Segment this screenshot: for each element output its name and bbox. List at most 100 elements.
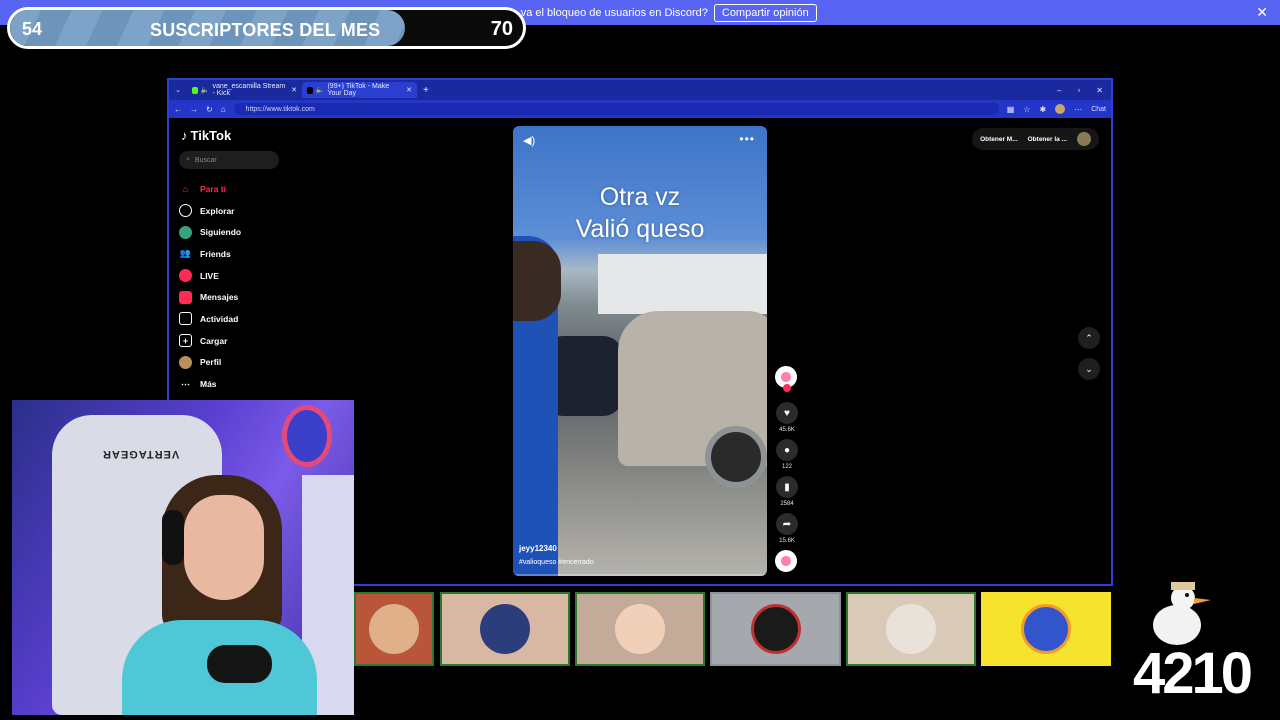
sidebar-item-explorar[interactable]: Explorar (179, 200, 241, 222)
streamer-webcam: VERTAGEAR (12, 400, 354, 715)
get-coins-button[interactable]: Obtener M... (980, 136, 1018, 143)
search-input[interactable]: ⌕ Buscar (179, 151, 279, 169)
profile-icon (179, 355, 192, 369)
tab-title: (99+) TikTok - Make Your Day (327, 83, 390, 97)
url-text: https://www.tiktok.com (245, 105, 315, 113)
heart-icon: ♥ (776, 402, 798, 424)
search-icon: ⌕ (186, 156, 190, 163)
microphone (207, 645, 272, 683)
puzzle-icon[interactable]: ✱ (1040, 105, 1047, 114)
copilot-chat-button[interactable]: Chat (1091, 106, 1106, 113)
next-video-button[interactable]: ⌄ (1078, 358, 1100, 380)
save-count: 2584 (780, 501, 794, 507)
nav-label: Explorar (200, 205, 235, 216)
like-button[interactable]: ♥ 45.6K (775, 402, 799, 435)
tiktok-logo[interactable]: ♪ TikTok (181, 128, 231, 143)
more-options-icon[interactable]: ••• (739, 132, 755, 146)
sound-avatar[interactable] (775, 550, 797, 572)
nav-label: Siguiendo (200, 227, 242, 238)
creator-avatar[interactable] (775, 366, 797, 392)
menu-dots-icon[interactable]: ⋯ (1074, 105, 1082, 114)
home-icon[interactable]: ⌂ (221, 105, 226, 114)
follow-plus-icon[interactable] (783, 384, 791, 392)
tab-kick[interactable]: 🔈 vane_escamilla Stream - Kick ✕ (187, 82, 302, 98)
supporter-tile (354, 592, 434, 666)
supporter-avatar (886, 604, 936, 654)
forward-icon[interactable]: → (190, 105, 198, 114)
more-icon: ⋯ (181, 378, 190, 389)
minimize-button[interactable]: – (1057, 86, 1061, 95)
nav-label: Más (200, 379, 217, 390)
url-field[interactable]: https://www.tiktok.com (233, 103, 999, 115)
get-app-button[interactable]: Obtener la ... (1028, 136, 1067, 143)
nav-label: Cargar (200, 335, 228, 346)
extensions-icon[interactable]: ▦ (1007, 105, 1015, 114)
profile-avatar[interactable] (1055, 104, 1066, 114)
reload-icon[interactable]: ↻ (206, 105, 213, 114)
back-icon[interactable]: ← (174, 105, 182, 114)
close-icon[interactable]: ✕ (291, 86, 297, 94)
sidebar-item-perfil[interactable]: Perfil (179, 352, 241, 374)
tab-bar: ⌄ 🔈 vane_escamilla Stream - Kick ✕ 🔈 (99… (169, 80, 1111, 100)
previous-video-button[interactable]: ⌃ (1078, 327, 1100, 349)
chevron-down-icon: ⌄ (1085, 363, 1093, 374)
chevron-down-icon[interactable]: ⌄ (169, 86, 187, 94)
sidebar-item-actividad[interactable]: Actividad (179, 308, 241, 330)
sidebar-item-siguiendo[interactable]: Siguiendo (179, 221, 241, 243)
tab-tiktok[interactable]: 🔈 (99+) TikTok - Make Your Day ✕ (302, 82, 417, 98)
supporter-tile (575, 592, 705, 666)
nav-label: Mensajes (200, 292, 239, 303)
nav-label: Actividad (200, 313, 239, 324)
headset (162, 510, 184, 565)
sidebar-item-friends[interactable]: 👥 Friends (179, 243, 241, 265)
window-controls: – ▫ ✕ (1057, 86, 1111, 95)
goal-current: 54 (22, 19, 43, 39)
sidebar-nav: ⌂ Para ti Explorar Siguiendo 👥 Friends LIV… (179, 178, 241, 395)
nav-label: LIVE (200, 270, 219, 281)
overlay-counter: 4210 (1133, 641, 1253, 706)
favorite-star-icon[interactable]: ☆ (1023, 105, 1030, 114)
goal-title: SUSCRIPTORES DEL MES (150, 20, 381, 40)
like-count: 45.6K (779, 427, 795, 433)
new-tab-button[interactable]: + (423, 85, 429, 96)
goal-target: 70 (490, 18, 513, 40)
speaker-icon: 🔈 (315, 87, 325, 94)
video-hashtags[interactable]: #valioqueso #encerrado (519, 559, 594, 566)
wall-mask-decoration (282, 405, 332, 467)
nav-label: Perfil (200, 357, 222, 368)
chair-logo: VERTAGEAR (102, 448, 180, 460)
bookmark-icon: ▮ (776, 476, 798, 498)
share-count: 15.6K (779, 538, 795, 544)
video-player[interactable]: Otra vz Valió queso ◀) ••• jeyy12340 #va… (513, 126, 767, 576)
sidebar-item-mensajes[interactable]: Mensajes (179, 286, 241, 308)
share-icon: ➦ (776, 513, 798, 535)
comment-icon: ● (776, 439, 798, 461)
supporter-tile (846, 592, 976, 666)
close-icon[interactable]: ✕ (1256, 4, 1268, 21)
supporter-tile (710, 592, 841, 666)
sidebar-item-cargar[interactable]: + Cargar (179, 330, 241, 352)
sidebar-item-mas[interactable]: ⋯ Más (179, 373, 241, 395)
save-button[interactable]: ▮ 2584 (775, 476, 799, 509)
close-icon[interactable]: ✕ (406, 86, 412, 94)
streamer-face (184, 495, 264, 600)
video-progress-bar[interactable] (513, 574, 767, 576)
nav-label: Para ti (200, 183, 226, 194)
comment-button[interactable]: ● 122 (775, 439, 799, 472)
volume-icon[interactable]: ◀) (523, 134, 535, 147)
logo-text: TikTok (190, 128, 232, 143)
share-button[interactable]: ➦ 15.6K (775, 513, 799, 546)
tiktok-icon (307, 86, 313, 94)
sidebar-item-live[interactable]: LIVE (179, 265, 241, 287)
video-caption: Otra vz Valió queso (513, 181, 767, 245)
video-person-head (513, 241, 561, 321)
sidebar-item-para-ti[interactable]: ⌂ Para ti (179, 178, 241, 200)
video-action-bar: ♥ 45.6K ● 122 ▮ 2584 ➦ 15.6K (775, 366, 799, 572)
video-author[interactable]: jeyy12340 (519, 544, 557, 553)
restore-button[interactable]: ▫ (1077, 86, 1080, 95)
supporter-avatar (369, 604, 419, 654)
share-opinion-button[interactable]: Compartir opinión (713, 3, 817, 22)
comment-count: 122 (781, 464, 792, 470)
profile-avatar[interactable] (1077, 132, 1091, 146)
close-window-button[interactable]: ✕ (1096, 86, 1103, 95)
